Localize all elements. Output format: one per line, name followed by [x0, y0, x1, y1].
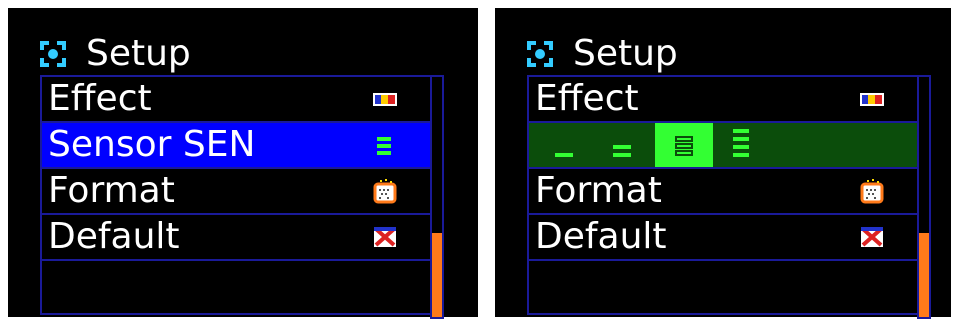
effect-flag-icon	[860, 93, 884, 106]
default-reset-icon	[861, 227, 883, 247]
menu-title-text: Setup	[86, 33, 191, 74]
sensitivity-level-3-selected[interactable]	[655, 123, 713, 167]
scrollbar-thumb[interactable]	[919, 233, 929, 317]
menu-item-empty	[42, 261, 430, 313]
menu-item-default[interactable]: Default	[42, 215, 430, 261]
menu-item-label: Format	[48, 170, 175, 211]
menu-item-format[interactable]: Format	[42, 169, 430, 215]
setup-menu: Effect Format Default	[527, 75, 919, 315]
sensitivity-level-4[interactable]	[733, 129, 749, 157]
menu-item-empty	[529, 261, 917, 313]
default-reset-icon	[374, 227, 396, 247]
camera-screen-left: Setup Effect Sensor SEN Format Default	[8, 8, 478, 319]
sensitivity-level-1[interactable]	[555, 153, 573, 157]
format-card-icon	[373, 179, 397, 204]
menu-title: Setup	[38, 32, 191, 76]
menu-item-default[interactable]: Default	[529, 215, 917, 261]
sensitivity-bars-icon	[675, 136, 693, 156]
scrollbar[interactable]	[917, 75, 931, 319]
menu-item-label: Effect	[48, 78, 152, 119]
menu-item-label: Default	[535, 216, 667, 257]
setup-icon	[527, 41, 553, 67]
effect-flag-icon	[373, 93, 397, 106]
setup-icon	[40, 41, 66, 67]
menu-item-sensor[interactable]: Sensor SEN	[42, 123, 430, 169]
menu-title-text: Setup	[573, 33, 678, 74]
menu-item-format[interactable]: Format	[529, 169, 917, 215]
sensitivity-level-2[interactable]	[613, 145, 631, 157]
menu-item-effect[interactable]: Effect	[529, 77, 917, 123]
menu-item-label: Sensor SEN	[48, 124, 256, 165]
sensitivity-bars-icon	[377, 137, 391, 155]
scrollbar-thumb[interactable]	[432, 233, 442, 317]
menu-item-label: Effect	[535, 78, 639, 119]
setup-menu: Effect Sensor SEN Format Default	[40, 75, 432, 315]
menu-item-label: Format	[535, 170, 662, 211]
menu-item-label: Default	[48, 216, 180, 257]
sensitivity-level-selector[interactable]	[529, 123, 917, 169]
scrollbar[interactable]	[430, 75, 444, 319]
camera-screen-right: Setup Effect Format Default	[495, 8, 951, 319]
format-card-icon	[860, 179, 884, 204]
menu-item-effect[interactable]: Effect	[42, 77, 430, 123]
menu-title: Setup	[525, 32, 678, 76]
